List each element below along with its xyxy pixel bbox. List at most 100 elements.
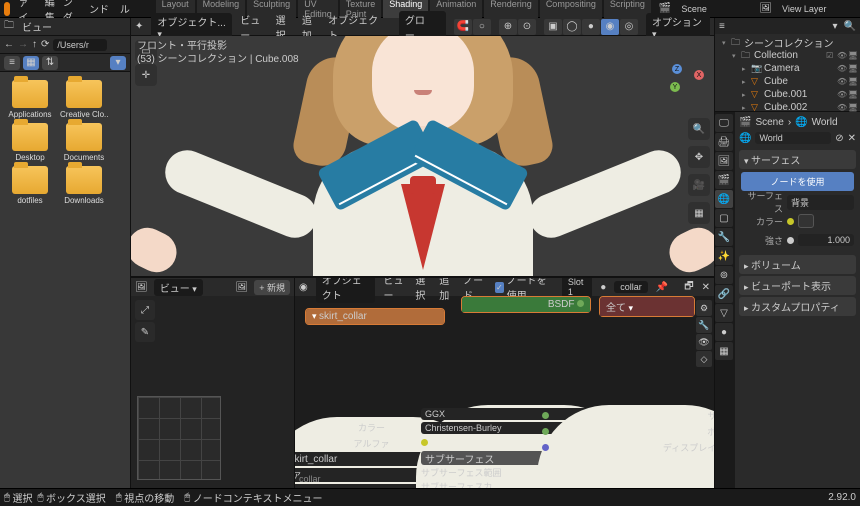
node-object-dropdown[interactable]: オブジェクト — [316, 278, 376, 303]
filter-icon[interactable]: ▾ — [110, 56, 126, 70]
shading-solid-icon[interactable]: ● — [582, 19, 600, 35]
shading-rendered-icon[interactable]: ◎ — [620, 19, 638, 35]
proptab-material-icon[interactable]: ● — [715, 323, 733, 341]
pin-icon[interactable]: 📌 — [656, 282, 668, 293]
filebrowser-editor-icon[interactable]: 🗀 — [4, 18, 14, 35]
ne-menu-view[interactable]: ビュー — [383, 278, 407, 302]
tool-sample-icon[interactable]: ⤢ — [135, 300, 155, 320]
outliner-item[interactable]: ▸▽Cube👁🖥 — [718, 75, 857, 88]
outliner-scene-collection[interactable]: ▾🗀シーンコレクション — [718, 36, 857, 49]
ne-menu-add[interactable]: 追加 — [439, 278, 455, 302]
nav-gizmo[interactable]: X Y Z — [660, 64, 704, 108]
nav-refresh-icon[interactable]: ⟳ — [41, 39, 49, 50]
proptab-particles-icon[interactable]: ✨ — [715, 247, 733, 265]
proptab-scene-icon[interactable]: 🎬 — [715, 171, 733, 189]
node-image-texture[interactable]: ▾ skirt_collar カラー アルファ 🖼 skirt_collar2 … — [305, 308, 445, 325]
panel-surface-header[interactable]: ▾ サーフェス — [739, 150, 856, 169]
socket-surface-icon[interactable] — [542, 412, 549, 419]
node-header[interactable]: ▾ skirt_collar — [306, 309, 444, 324]
socket-basecolor-icon[interactable] — [421, 439, 428, 446]
socket-bsdf-icon[interactable] — [577, 300, 584, 307]
nav-up-icon[interactable]: ↑ — [32, 39, 37, 50]
snap-icon[interactable]: 🧲 — [454, 19, 472, 35]
shading-matpreview-icon[interactable]: ◉ — [601, 19, 619, 35]
proportional-icon[interactable]: ○ — [473, 19, 491, 35]
node-editor[interactable]: ◉ オブジェクト ビュー 選択 追加 ノード ✓ノードを使用 Slot 1 ● … — [295, 278, 714, 488]
gizmo-toggle-icon[interactable]: ⊕ — [499, 19, 517, 35]
socket-dot-icon[interactable] — [787, 237, 794, 244]
slot-dropdown[interactable]: Slot 1 — [562, 278, 592, 298]
node-x-icon[interactable]: ✕ — [702, 282, 710, 293]
gizmo-y-icon[interactable]: Y — [670, 82, 680, 92]
viewport-editor-icon[interactable]: ✦ — [135, 21, 143, 32]
image-new-button[interactable]: + 新規 — [254, 280, 290, 295]
world-datablock[interactable]: World — [755, 132, 831, 144]
nodetab-tool-icon[interactable]: 🔧 — [696, 317, 712, 333]
folder-item[interactable]: Documents — [60, 123, 108, 162]
proptab-physics-icon[interactable]: ⊚ — [715, 266, 733, 284]
camera-view-icon[interactable]: 🎥 — [688, 174, 710, 196]
node-principled-bsdf[interactable]: BSDF GGX Christensen-Burley ベースカラー サブサーフ… — [461, 296, 591, 313]
nodetab-node-icon[interactable]: ◇ — [696, 351, 712, 367]
shading-wire-icon[interactable]: ◯ — [563, 19, 581, 35]
proptab-viewlayer-icon[interactable]: 🖼 — [715, 152, 733, 170]
folder-item[interactable]: Creative Clo... — [60, 80, 108, 119]
socket-dot-icon[interactable] — [787, 218, 794, 225]
overlay-toggle-icon[interactable]: ⊙ — [518, 19, 536, 35]
sort-icon[interactable]: ⇅ — [42, 56, 58, 70]
persp-toggle-icon[interactable]: ▦ — [688, 202, 710, 224]
outliner-item[interactable]: ▸📷Camera👁🖥 — [718, 62, 857, 75]
folder-item[interactable]: Applications — [6, 80, 54, 119]
outliner-filter-icon[interactable]: ▾ — [833, 21, 838, 32]
proptab-output-icon[interactable]: 🖨 — [715, 133, 733, 151]
proptab-constraints-icon[interactable]: 🔗 — [715, 285, 733, 303]
nav-fwd-icon[interactable]: → — [18, 39, 28, 50]
material-field[interactable]: collar — [614, 281, 648, 293]
ne-menu-select[interactable]: 選択 — [415, 278, 431, 302]
display-grid-icon[interactable]: ▦ — [23, 56, 39, 70]
nodetab-view-icon[interactable]: 👁 — [696, 334, 712, 350]
folder-item[interactable]: Downloads — [60, 166, 108, 205]
outliner-collection[interactable]: ▾🗀Collection☑👁🖥 — [718, 49, 857, 62]
world-x-icon[interactable]: ✕ — [848, 133, 856, 144]
node-material-output[interactable]: 全て ▾ サーフェス ボリューム ディスプレイスメント — [599, 296, 695, 317]
image-mode-dropdown[interactable]: ビュー ▾ — [154, 279, 203, 296]
gizmo-x-icon[interactable]: X — [694, 70, 704, 80]
zoom-icon[interactable]: 🔍 — [688, 118, 710, 140]
move-view-icon[interactable]: ✥ — [688, 146, 710, 168]
proptab-render-icon[interactable]: 🖵 — [715, 114, 733, 132]
image-canvas[interactable]: ⤢ ✎ — [131, 296, 294, 490]
xray-icon[interactable]: ▣ — [544, 19, 562, 35]
proptab-data-icon[interactable]: ▽ — [715, 304, 733, 322]
blender-logo-icon[interactable] — [4, 2, 10, 16]
proptab-modifier-icon[interactable]: 🔧 — [715, 228, 733, 246]
world-new-icon[interactable]: ⊘ — [835, 133, 843, 144]
path-field[interactable]: /Users/r — [53, 39, 107, 51]
viewlayer-field[interactable]: View Layer — [776, 3, 856, 15]
outliner-search-icon[interactable]: 🔍 — [844, 21, 856, 32]
proptab-texture-icon[interactable]: ▦ — [715, 342, 733, 360]
node-add-icon[interactable]: 🗗 — [684, 279, 693, 296]
image-link-icon[interactable]: 🖼 — [236, 282, 249, 293]
folder-item[interactable]: dotfiles — [6, 166, 54, 205]
nodetab-options-icon[interactable]: ⚙ — [696, 300, 712, 316]
display-list-icon[interactable]: ≡ — [4, 56, 20, 70]
node-header[interactable]: BSDF — [462, 297, 590, 312]
tool-annotate-icon[interactable]: ✎ — [135, 322, 155, 342]
gizmo-z-icon[interactable]: Z — [672, 64, 682, 74]
panel-viewport-display-header[interactable]: ▸ ビューポート表示 — [739, 276, 856, 295]
image-editor-icon[interactable]: 🖼 — [135, 282, 148, 293]
filebrowser-menu-view[interactable]: ビュー — [22, 19, 52, 34]
folder-item[interactable]: Desktop — [6, 123, 54, 162]
proptab-world-icon[interactable]: 🌐 — [715, 190, 733, 208]
viewport-3d[interactable]: ▭ ✛ フロント・平行投影 (53) シーンコレクション | Cube.008 … — [131, 36, 714, 276]
node-editor-icon[interactable]: ◉ — [299, 282, 308, 293]
outliner-item[interactable]: ▸▽Cube.001👁🖥 — [718, 88, 857, 101]
surface-shader-dropdown[interactable]: 背景 — [787, 195, 854, 210]
socket-displacement-icon[interactable] — [542, 444, 549, 451]
node-header[interactable]: 全て ▾ — [600, 297, 694, 316]
socket-volume-icon[interactable] — [542, 428, 549, 435]
world-color-swatch[interactable] — [798, 214, 814, 228]
world-strength-field[interactable]: 1.000 — [798, 234, 854, 246]
panel-custom-props-header[interactable]: ▸ カスタムプロパティ — [739, 297, 856, 316]
